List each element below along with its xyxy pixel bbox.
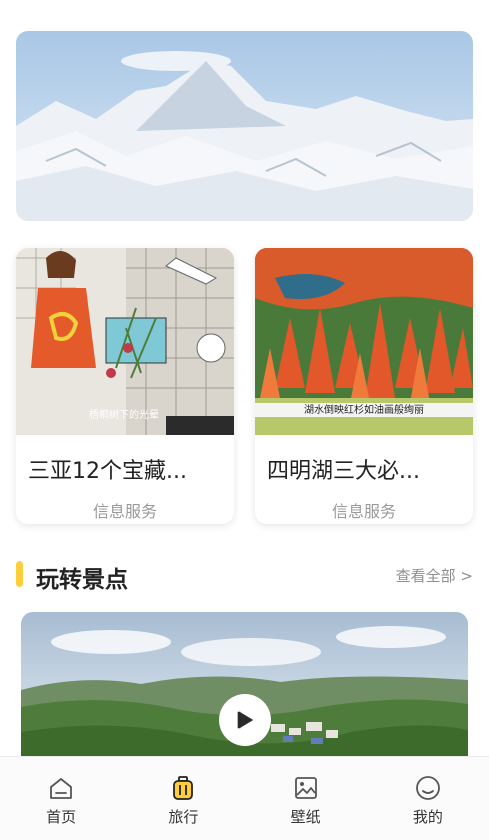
view-all-link[interactable]: 查看全部 > (396, 565, 473, 586)
section-accent-bar (16, 561, 23, 587)
play-icon (237, 711, 254, 729)
card-subtitle: 信息服务 (92, 502, 157, 521)
play-button[interactable] (219, 694, 271, 746)
card-subtitle: 信息服务 (331, 502, 396, 521)
banner-image[interactable] (16, 31, 473, 221)
image-icon (294, 777, 317, 799)
thumb-caption: 湖水倒映红杉如油画般绚丽 (304, 403, 424, 416)
card-thumbnail: 梧桐树下的光晕 (16, 248, 234, 435)
tab-home[interactable]: 首页 (0, 757, 122, 840)
tab-label: 旅行 (168, 808, 199, 826)
tab-label: 我的 (412, 808, 443, 826)
app-page: 梧桐树下的光晕 三亚12个宝藏... 信息服务 湖水倒映红杉如油画般绚丽 四明湖… (0, 0, 489, 840)
card-thumbnail: 湖水倒映红杉如油画般绚丽 (255, 248, 473, 435)
tab-travel[interactable]: 旅行 (122, 757, 244, 840)
article-card[interactable]: 湖水倒映红杉如油画般绚丽 四明湖三大必... 信息服务 (255, 248, 473, 524)
tab-mine[interactable]: 我的 (367, 757, 489, 840)
section-title: 玩转景点 (36, 567, 128, 593)
tab-label: 壁纸 (290, 808, 321, 826)
luggage-icon (173, 776, 194, 800)
tab-wallpaper[interactable]: 壁纸 (245, 757, 367, 840)
smile-icon (415, 776, 440, 800)
card-title: 三亚12个宝藏... (28, 459, 187, 484)
bottom-tab-bar: 首页 旅行 壁纸 我的 (0, 756, 489, 840)
thumb-caption: 梧桐树下的光晕 (89, 408, 159, 421)
article-card[interactable]: 梧桐树下的光晕 三亚12个宝藏... 信息服务 (16, 248, 234, 524)
home-icon (50, 778, 73, 799)
card-title: 四明湖三大必... (267, 459, 420, 484)
tab-label: 首页 (46, 808, 77, 826)
